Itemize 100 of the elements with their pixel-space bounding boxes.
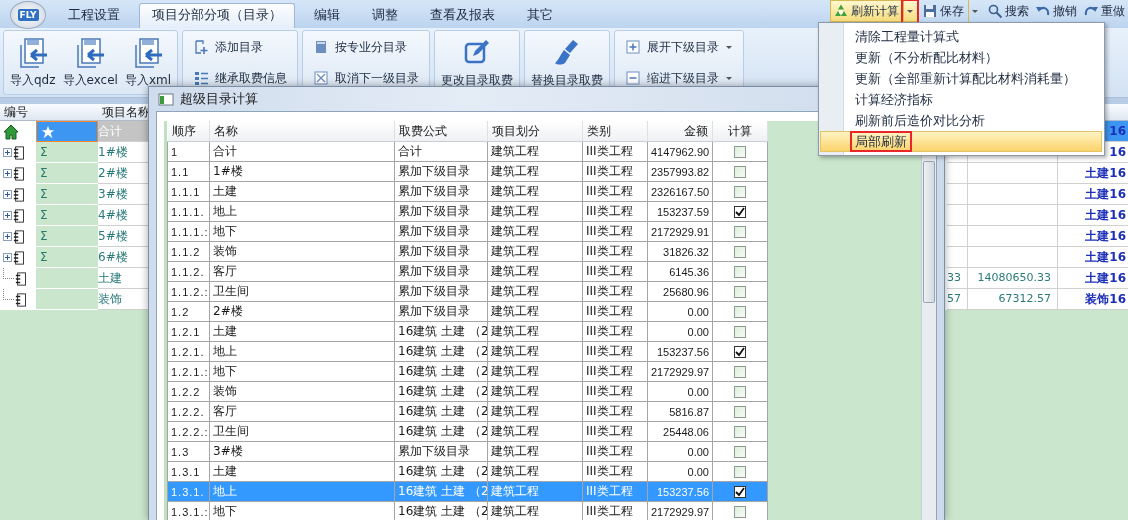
ribbon-tab[interactable]: 其它 [514, 3, 566, 28]
category-cell: III类工程 [582, 401, 648, 422]
sum-symbol: Σ [40, 166, 48, 180]
menu-item[interactable]: 清除工程量计算式 [820, 26, 1102, 47]
ribbon-button[interactable]: 导入excel [60, 33, 120, 92]
name-cell: 合计 [209, 141, 395, 162]
ribbon-tab[interactable]: 查看及报表 [417, 3, 508, 28]
ribbon-tab[interactable]: 调整 [359, 3, 411, 28]
ribbon-button[interactable]: 替换目录取费 [529, 33, 606, 92]
name-cell: 土建 [98, 268, 150, 289]
name-cell: 1#楼 [209, 161, 395, 182]
amount-cell: 2172929.91 [647, 221, 713, 242]
category-cell: III类工程 [582, 201, 648, 222]
toolbar-button[interactable]: 搜索 [984, 0, 1032, 22]
amount-cell: 153237.59 [647, 201, 713, 222]
formula-cell: 累加下级目录 [394, 201, 488, 222]
name-cell: 2#楼 [98, 163, 150, 184]
amount-cell: 2172929.97 [647, 361, 713, 382]
name-cell: 3#楼 [98, 184, 150, 205]
ribbon-button[interactable]: 导入qdz [8, 33, 58, 92]
amount-cell: 4147962.90 [647, 141, 713, 162]
division-cell: 建筑工程 [487, 361, 583, 382]
category-cell: III类工程 [582, 181, 648, 202]
division-cell: 建筑工程 [487, 141, 583, 162]
table-cell: 土建16 [1058, 205, 1128, 226]
ribbon-button[interactable]: 缩进下级目录 [623, 68, 736, 88]
category-cell: III类工程 [582, 381, 648, 402]
category-cell: III类工程 [582, 461, 648, 482]
ribbon-button[interactable]: 继承取费信息 [191, 68, 290, 88]
amount-cell: 6145.36 [647, 261, 713, 282]
name-cell: 1#楼 [98, 142, 150, 163]
order-cell: 1.1.1 [167, 181, 210, 202]
order-cell: 1.1.2.: [167, 281, 210, 302]
menu-item[interactable]: 更新（不分析配比材料） [820, 47, 1102, 68]
division-cell: 建筑工程 [487, 421, 583, 442]
toolbar-button[interactable]: 刷新计算 [830, 0, 919, 22]
table-cell: 57 [947, 289, 968, 310]
table-cell: 33 [947, 268, 968, 289]
amount-cell: 153237.56 [647, 341, 713, 362]
name-cell: 地下 [209, 221, 395, 242]
ribbon-tab[interactable]: 编辑 [301, 3, 353, 28]
menu-item[interactable]: 更新（全部重新计算配比材料消耗量） [820, 68, 1102, 89]
ribbon-button[interactable]: 按专业分目录 [311, 37, 422, 57]
table-cell: 土建16 [1058, 226, 1128, 247]
amount-cell: 5816.87 [647, 401, 713, 422]
formula-cell: 累加下级目录 [394, 441, 488, 462]
formula-cell: 累加下级目录 [394, 281, 488, 302]
amount-cell: 0.00 [647, 321, 713, 342]
toolbar-button[interactable]: 撤销 [1032, 0, 1080, 22]
app-logo[interactable]: FLY [10, 1, 46, 29]
name-cell: 卫生间 [209, 281, 395, 302]
category-cell: III类工程 [582, 421, 648, 442]
column-header: 取费公式 [399, 123, 447, 138]
division-cell: 建筑工程 [487, 261, 583, 282]
formula-cell: 16建筑 土建 （2 [394, 461, 488, 482]
division-cell: 建筑工程 [487, 281, 583, 302]
category-cell: III类工程 [582, 261, 648, 282]
ribbon-button[interactable]: 更改目录取费 [439, 33, 516, 92]
sum-symbol: Σ [40, 250, 48, 264]
ribbon-button[interactable]: 展开下级目录 [623, 37, 736, 57]
menu-item[interactable]: 计算经济指标 [820, 89, 1102, 110]
column-header: 计算 [728, 123, 752, 138]
name-cell: 6#楼 [98, 247, 150, 268]
amount-cell: 67312.57 [968, 289, 1058, 310]
column-header: 类别 [587, 123, 611, 138]
order-cell: 1.3 [167, 441, 210, 462]
order-cell: 1.1.2. [167, 261, 210, 282]
division-cell: 建筑工程 [487, 181, 583, 202]
category-cell: III类工程 [582, 161, 648, 182]
table-cell: 装饰16 [1058, 289, 1128, 310]
formula-cell: 累加下级目录 [394, 221, 488, 242]
division-cell: 建筑工程 [487, 441, 583, 462]
order-cell: 1.3.1. [167, 481, 210, 502]
toolbar-button[interactable]: 重做 [1080, 0, 1128, 22]
ribbon-tab[interactable]: 项目分部分项（目录） [139, 3, 295, 28]
division-cell: 建筑工程 [487, 381, 583, 402]
ribbon-button[interactable]: 添加目录 [191, 37, 290, 57]
order-cell: 1.1.1. [167, 201, 210, 222]
formula-cell: 16建筑 土建 （2 [394, 401, 488, 422]
formula-cell: 16建筑 土建 （2 [394, 361, 488, 382]
name-cell: 卫生间 [209, 421, 395, 442]
ribbon-button[interactable]: 取消下一级目录 [311, 68, 422, 88]
name-cell: 地下 [209, 361, 395, 382]
amount-cell: 25680.96 [647, 281, 713, 302]
amount-cell: 0.00 [647, 441, 713, 462]
table-cell: 土建16 [1058, 184, 1128, 205]
menu-item[interactable]: 局部刷新 [820, 131, 1102, 152]
division-cell: 建筑工程 [487, 221, 583, 242]
name-cell: 土建 [209, 321, 395, 342]
category-cell: III类工程 [582, 361, 648, 382]
division-cell: 建筑工程 [487, 241, 583, 262]
name-cell: 土建 [209, 461, 395, 482]
name-cell: 装饰 [209, 241, 395, 262]
amount-cell: 0.00 [647, 381, 713, 402]
formula-cell: 累加下级目录 [394, 161, 488, 182]
division-cell: 建筑工程 [487, 401, 583, 422]
formula-cell: 16建筑 土建 （2 [394, 381, 488, 402]
category-cell: III类工程 [582, 301, 648, 322]
name-cell: 5#楼 [98, 226, 150, 247]
ribbon-tab[interactable]: 工程设置 [55, 3, 133, 28]
